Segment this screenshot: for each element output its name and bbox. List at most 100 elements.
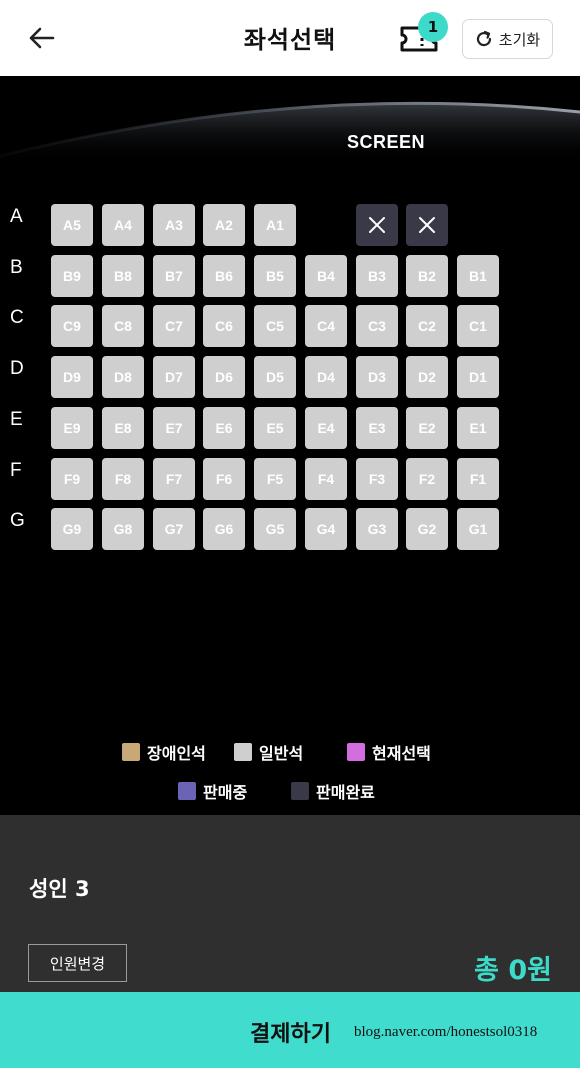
seat-button[interactable]: G4: [305, 508, 347, 551]
legend-swatch: [347, 743, 365, 761]
seat-button[interactable]: E9: [51, 406, 93, 449]
change-people-button[interactable]: 인원변경: [28, 944, 127, 982]
seat-button[interactable]: F2: [406, 457, 448, 500]
seat-button[interactable]: A3: [153, 204, 195, 246]
row-label: F: [10, 459, 22, 481]
legend-swatch: [234, 743, 252, 761]
seat-button[interactable]: G8: [102, 508, 144, 551]
seat-button[interactable]: C9: [51, 305, 93, 348]
seat-button[interactable]: G9: [51, 508, 93, 551]
seat-button[interactable]: D2: [406, 356, 448, 399]
seat-button[interactable]: D3: [356, 356, 398, 399]
seat-button[interactable]: C8: [102, 305, 144, 348]
row-label: A: [10, 206, 23, 227]
legend-label: 일반석: [259, 744, 304, 763]
seat-button[interactable]: D9: [51, 356, 93, 399]
seat-button[interactable]: B3: [356, 254, 398, 297]
people-count: 성인 3: [29, 877, 90, 901]
seat-button[interactable]: D1: [457, 356, 499, 399]
seat-button[interactable]: D6: [203, 356, 245, 399]
legend-label: 판매중: [203, 783, 248, 802]
legend-item-accessible: 장애인석: [122, 740, 206, 764]
seat-button[interactable]: B2: [406, 254, 448, 297]
seat-button[interactable]: B7: [153, 254, 195, 297]
seat-button[interactable]: G7: [153, 508, 195, 551]
seat-button[interactable]: C1: [457, 305, 499, 348]
close-icon: [419, 217, 435, 233]
pay-label: 결제하기: [250, 1022, 331, 1047]
seat-button[interactable]: B5: [254, 254, 296, 297]
legend-label: 현재선택: [372, 744, 431, 763]
legend-item-current: 현재선택: [347, 740, 431, 764]
seat-button[interactable]: C6: [203, 305, 245, 348]
legend-swatch: [291, 782, 309, 800]
seat-button[interactable]: C4: [305, 305, 347, 348]
seat-button[interactable]: E5: [254, 406, 296, 449]
seat-button[interactable]: F3: [356, 457, 398, 500]
seat-button[interactable]: A2: [203, 204, 245, 246]
header-bar: 좌석선택 1 초기화: [0, 0, 580, 76]
seat-button[interactable]: A4: [102, 204, 144, 246]
seat-button[interactable]: F9: [51, 457, 93, 500]
seat-button[interactable]: C5: [254, 305, 296, 348]
summary-panel: 성인 3 인원변경 총 0원: [0, 815, 580, 992]
seat-button[interactable]: E6: [203, 406, 245, 449]
seat-button[interactable]: F5: [254, 457, 296, 500]
row-label: D: [10, 358, 24, 380]
seat-button[interactable]: B9: [51, 254, 93, 297]
screen-label: SCREEN: [347, 132, 426, 152]
seat-button[interactable]: F6: [203, 457, 245, 500]
legend-swatch: [122, 743, 140, 761]
pay-button[interactable]: 결제하기 blog.naver.com/honestsol0318: [0, 992, 580, 1068]
seat-button[interactable]: B6: [203, 254, 245, 297]
seat-button[interactable]: D7: [153, 356, 195, 399]
seat-button[interactable]: F7: [153, 457, 195, 500]
seat-button[interactable]: F4: [305, 457, 347, 500]
seat-button[interactable]: F1: [457, 457, 499, 500]
seat-button[interactable]: C2: [406, 305, 448, 348]
seat-button[interactable]: F8: [102, 457, 144, 500]
seat-button[interactable]: G2: [406, 508, 448, 551]
legend-label: 판매완료: [316, 783, 375, 802]
seat-button[interactable]: E7: [153, 406, 195, 449]
reset-button[interactable]: 초기화: [462, 19, 553, 59]
seat-button[interactable]: G1: [457, 508, 499, 551]
seat-button[interactable]: B4: [305, 254, 347, 297]
row-label: C: [10, 307, 24, 329]
seat-button[interactable]: G5: [254, 508, 296, 551]
seat-button[interactable]: E3: [356, 406, 398, 449]
seat-button[interactable]: A1: [254, 204, 296, 246]
total-price: 총 0원: [474, 955, 552, 986]
seat-button[interactable]: E2: [406, 406, 448, 449]
refresh-icon: [476, 30, 491, 47]
row-label: B: [10, 256, 23, 278]
seat-button[interactable]: D5: [254, 356, 296, 399]
row-label: E: [10, 408, 23, 430]
watermark: blog.naver.com/honestsol0318: [354, 1024, 538, 1040]
seat-button[interactable]: E8: [102, 406, 144, 449]
seat-map: SCREEN A A5 A4 A3 A2 A1 B B9 B8 B7 B6 B5 B4 B3 B2 B1 C C9…: [0, 76, 580, 815]
seat-button[interactable]: C3: [356, 305, 398, 348]
seat-button[interactable]: G3: [356, 508, 398, 551]
seat-button[interactable]: C7: [153, 305, 195, 348]
close-icon: [369, 217, 385, 233]
screen-arc: [0, 101, 580, 164]
seat-button[interactable]: A5: [51, 204, 93, 246]
legend-label: 장애인석: [147, 744, 206, 763]
reset-label: 초기화: [498, 30, 541, 49]
legend-swatch: [178, 782, 196, 800]
legend-item-on-sale: 판매중: [178, 779, 247, 803]
legend-item-sold-out: 판매완료: [291, 779, 375, 803]
seat-button[interactable]: B8: [102, 254, 144, 297]
seat-sold: [406, 204, 448, 246]
seat-button[interactable]: E1: [457, 406, 499, 449]
ticket-count-badge: 1: [418, 12, 448, 42]
seat-button[interactable]: B1: [457, 254, 499, 297]
seat-button[interactable]: D8: [102, 356, 144, 399]
seat-sold: [356, 204, 398, 246]
seat-button[interactable]: E4: [305, 406, 347, 449]
legend-item-general: 일반석: [234, 740, 303, 764]
seat-button[interactable]: G6: [203, 508, 245, 551]
row-label: G: [10, 510, 25, 532]
seat-button[interactable]: D4: [305, 356, 347, 399]
